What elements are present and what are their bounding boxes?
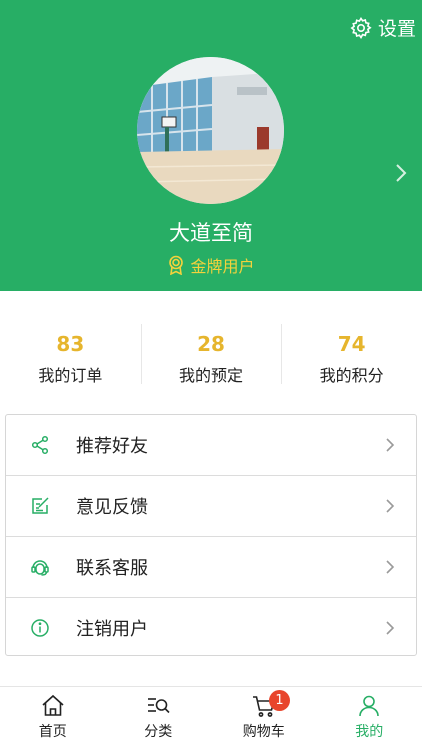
tab-label: 首页	[39, 721, 67, 741]
stat-orders[interactable]: 83 我的订单	[0, 320, 141, 386]
menu-item-label: 联系客服	[76, 554, 148, 580]
tab-cart[interactable]: 1 购物车	[211, 687, 317, 751]
menu-item-label: 推荐好友	[76, 432, 148, 458]
bottom-tab-bar: 首页 分类 1 购物车 我的	[0, 686, 422, 751]
share-icon	[30, 435, 50, 455]
feedback-icon	[30, 496, 50, 516]
username: 大道至简	[0, 217, 422, 247]
menu-item-label: 意见反馈	[76, 493, 148, 519]
chevron-right-icon	[385, 498, 395, 514]
menu-item-recommend-friends[interactable]: 推荐好友	[6, 415, 416, 476]
menu-list: 推荐好友 意见反馈 联系客服	[5, 414, 417, 656]
user-icon	[356, 693, 382, 719]
avatar-image	[137, 57, 284, 204]
stat-points[interactable]: 74 我的积分	[281, 320, 422, 386]
cart-count-badge: 1	[269, 690, 290, 711]
stats-row: 83 我的订单 28 我的预定 74 我的积分	[0, 320, 422, 386]
chevron-right-icon	[385, 437, 395, 453]
settings-label: 设置	[378, 14, 416, 41]
stat-label: 我的积分	[320, 362, 384, 386]
stat-label: 我的订单	[38, 362, 102, 386]
chevron-right-icon[interactable]	[394, 163, 408, 183]
menu-item-deactivate-user[interactable]: 注销用户	[6, 598, 416, 658]
menu-item-label: 注销用户	[76, 615, 148, 641]
profile-header: 设置	[0, 0, 422, 291]
tab-label: 分类	[144, 721, 172, 741]
customer-service-icon	[30, 557, 50, 577]
stat-value: 28	[197, 332, 225, 356]
stat-value: 74	[338, 332, 366, 356]
medal-icon	[167, 255, 185, 275]
menu-item-customer-service[interactable]: 联系客服	[6, 537, 416, 598]
gear-icon	[349, 16, 373, 40]
stat-label: 我的预定	[179, 362, 243, 386]
avatar[interactable]	[137, 57, 284, 204]
chevron-right-icon	[385, 559, 395, 575]
stat-value: 83	[56, 332, 84, 356]
tab-category[interactable]: 分类	[106, 687, 212, 751]
member-badge: 金牌用户	[0, 253, 422, 277]
settings-button[interactable]: 设置	[349, 14, 416, 41]
badge-label: 金牌用户	[190, 253, 254, 277]
info-icon	[30, 618, 50, 638]
tab-label: 我的	[355, 721, 383, 741]
home-icon	[40, 693, 66, 719]
tab-label: 购物车	[243, 721, 285, 741]
category-search-icon	[145, 693, 171, 719]
chevron-right-icon	[385, 620, 395, 636]
tab-mine[interactable]: 我的	[317, 687, 422, 751]
tab-home[interactable]: 首页	[0, 687, 106, 751]
stat-reservations[interactable]: 28 我的预定	[141, 320, 282, 386]
menu-item-feedback[interactable]: 意见反馈	[6, 476, 416, 537]
